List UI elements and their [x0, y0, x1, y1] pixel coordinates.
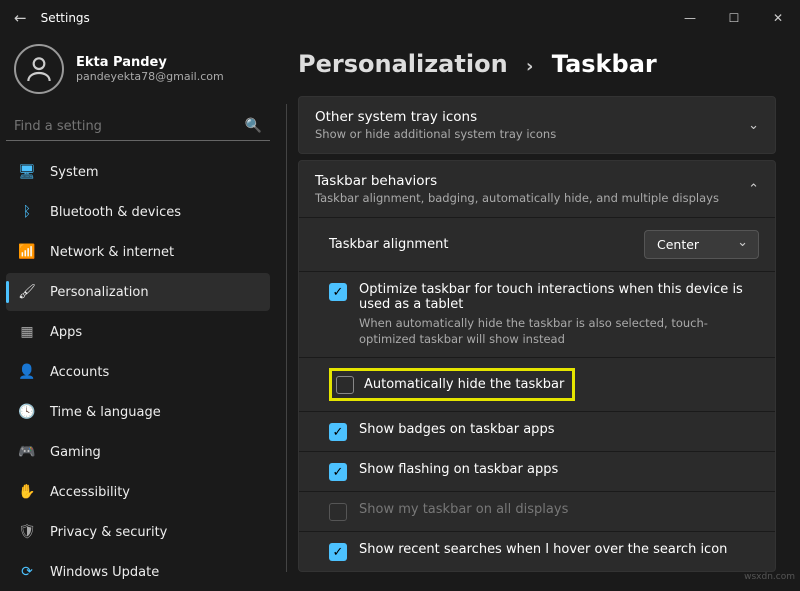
sidebar-item-label: Personalization — [50, 285, 149, 300]
privacy-security-icon: 🛡 — [18, 523, 36, 541]
setting-label: Show flashing on taskbar apps — [359, 462, 558, 477]
alignment-label: Taskbar alignment — [329, 237, 644, 252]
setting-label: Show badges on taskbar apps — [359, 422, 554, 437]
search-box[interactable]: 🔍 — [6, 112, 270, 141]
time-language-icon: 🕓 — [18, 403, 36, 421]
setting-row[interactable]: ✓ Show badges on taskbar apps — [299, 412, 775, 452]
sidebar-item-time-language[interactable]: 🕓 Time & language — [6, 393, 270, 431]
sidebar-item-label: System — [50, 165, 98, 180]
window-title: Settings — [41, 11, 668, 25]
chevron-right-icon: › — [526, 56, 533, 77]
sidebar-item-privacy-security[interactable]: 🛡 Privacy & security — [6, 513, 270, 551]
highlighted-setting: Automatically hide the taskbar — [329, 368, 575, 401]
sidebar-item-label: Accessibility — [50, 485, 130, 500]
sidebar-item-accessibility[interactable]: ✋ Accessibility — [6, 473, 270, 511]
maximize-button[interactable]: ☐ — [712, 0, 756, 36]
search-input[interactable] — [14, 119, 245, 134]
checkbox — [329, 503, 347, 521]
sidebar-item-label: Windows Update — [50, 565, 159, 580]
setting-row[interactable]: ✓ Optimize taskbar for touch interactions… — [299, 272, 775, 358]
setting-label: Automatically hide the taskbar — [364, 377, 564, 392]
sidebar-item-label: Bluetooth & devices — [50, 205, 181, 220]
setting-description: When automatically hide the taskbar is a… — [359, 315, 759, 347]
personalization-icon: 🖌 — [18, 283, 36, 301]
breadcrumb: Personalization › Taskbar — [298, 46, 776, 96]
setting-label: Show my taskbar on all displays — [359, 502, 568, 517]
card-header-behaviors[interactable]: Taskbar behaviors Taskbar alignment, bad… — [299, 161, 775, 217]
setting-row[interactable]: ✓ Show flashing on taskbar apps — [299, 452, 775, 492]
card-taskbar-behaviors: Taskbar behaviors Taskbar alignment, bad… — [298, 160, 776, 572]
profile-name: Ekta Pandey — [76, 55, 224, 70]
alignment-dropdown[interactable]: Center — [644, 230, 759, 259]
accounts-icon: 👤 — [18, 363, 36, 381]
sidebar-item-gaming[interactable]: 🎮 Gaming — [6, 433, 270, 471]
sidebar-item-system[interactable]: 🖥 System — [6, 153, 270, 191]
setting-row: Show my taskbar on all displays — [299, 492, 775, 532]
sidebar-item-label: Apps — [50, 325, 82, 340]
checkbox[interactable] — [336, 376, 354, 394]
avatar-icon — [14, 44, 64, 94]
gaming-icon: 🎮 — [18, 443, 36, 461]
sidebar-item-network-internet[interactable]: 📶 Network & internet — [6, 233, 270, 271]
checkbox[interactable]: ✓ — [329, 463, 347, 481]
profile-email: pandeyekta78@gmail.com — [76, 70, 224, 83]
windows-update-icon: ⟳ — [18, 563, 36, 581]
minimize-button[interactable]: — — [668, 0, 712, 36]
chevron-up-icon: ⌃ — [748, 182, 759, 197]
close-button[interactable]: ✕ — [756, 0, 800, 36]
checkbox[interactable]: ✓ — [329, 423, 347, 441]
card-subtitle: Taskbar alignment, badging, automaticall… — [315, 191, 748, 205]
sidebar-item-label: Accounts — [50, 365, 109, 380]
bluetooth-devices-icon: ᛒ — [18, 203, 36, 221]
content-area: Personalization › Taskbar Other system t… — [276, 36, 800, 586]
sidebar-item-label: Network & internet — [50, 245, 174, 260]
sidebar-item-label: Time & language — [50, 405, 161, 420]
sidebar-item-accounts[interactable]: 👤 Accounts — [6, 353, 270, 391]
sidebar-item-bluetooth-devices[interactable]: ᛒ Bluetooth & devices — [6, 193, 270, 231]
sidebar-item-label: Privacy & security — [50, 525, 167, 540]
sidebar-item-windows-update[interactable]: ⟳ Windows Update — [6, 553, 270, 591]
setting-row[interactable]: Automatically hide the taskbar — [299, 358, 775, 412]
sidebar-item-personalization[interactable]: 🖌 Personalization — [6, 273, 270, 311]
network-internet-icon: 📶 — [18, 243, 36, 261]
breadcrumb-parent[interactable]: Personalization — [298, 50, 508, 78]
chevron-down-icon: ⌄ — [748, 118, 759, 133]
search-icon: 🔍 — [245, 118, 262, 134]
back-arrow-icon[interactable]: ← — [14, 9, 27, 27]
sidebar-item-label: Gaming — [50, 445, 101, 460]
titlebar: ← Settings — ☐ ✕ — [0, 0, 800, 36]
breadcrumb-current: Taskbar — [552, 50, 657, 78]
card-title: Taskbar behaviors — [315, 173, 748, 189]
apps-icon: ▦ — [18, 323, 36, 341]
checkbox[interactable]: ✓ — [329, 543, 347, 561]
nav-list: 🖥 System ᛒ Bluetooth & devices 📶 Network & in… — [0, 153, 276, 591]
checkbox[interactable]: ✓ — [329, 283, 347, 301]
setting-row[interactable]: ✓ Show recent searches when I hover over … — [299, 532, 775, 571]
system-icon: 🖥 — [18, 163, 36, 181]
row-taskbar-alignment: Taskbar alignment Center — [299, 218, 775, 272]
accessibility-icon: ✋ — [18, 483, 36, 501]
setting-label: Optimize taskbar for touch interactions … — [359, 282, 759, 312]
card-subtitle: Show or hide additional system tray icon… — [315, 127, 748, 141]
sidebar-item-apps[interactable]: ▦ Apps — [6, 313, 270, 351]
setting-label: Show recent searches when I hover over t… — [359, 542, 727, 557]
watermark: wsxdn.com — [744, 572, 795, 582]
sidebar: Ekta Pandey pandeyekta78@gmail.com 🔍 🖥 Sy… — [0, 36, 276, 586]
card-system-tray-icons[interactable]: Other system tray icons Show or hide add… — [298, 96, 776, 154]
profile-block[interactable]: Ekta Pandey pandeyekta78@gmail.com — [0, 36, 276, 112]
card-title: Other system tray icons — [315, 109, 748, 125]
